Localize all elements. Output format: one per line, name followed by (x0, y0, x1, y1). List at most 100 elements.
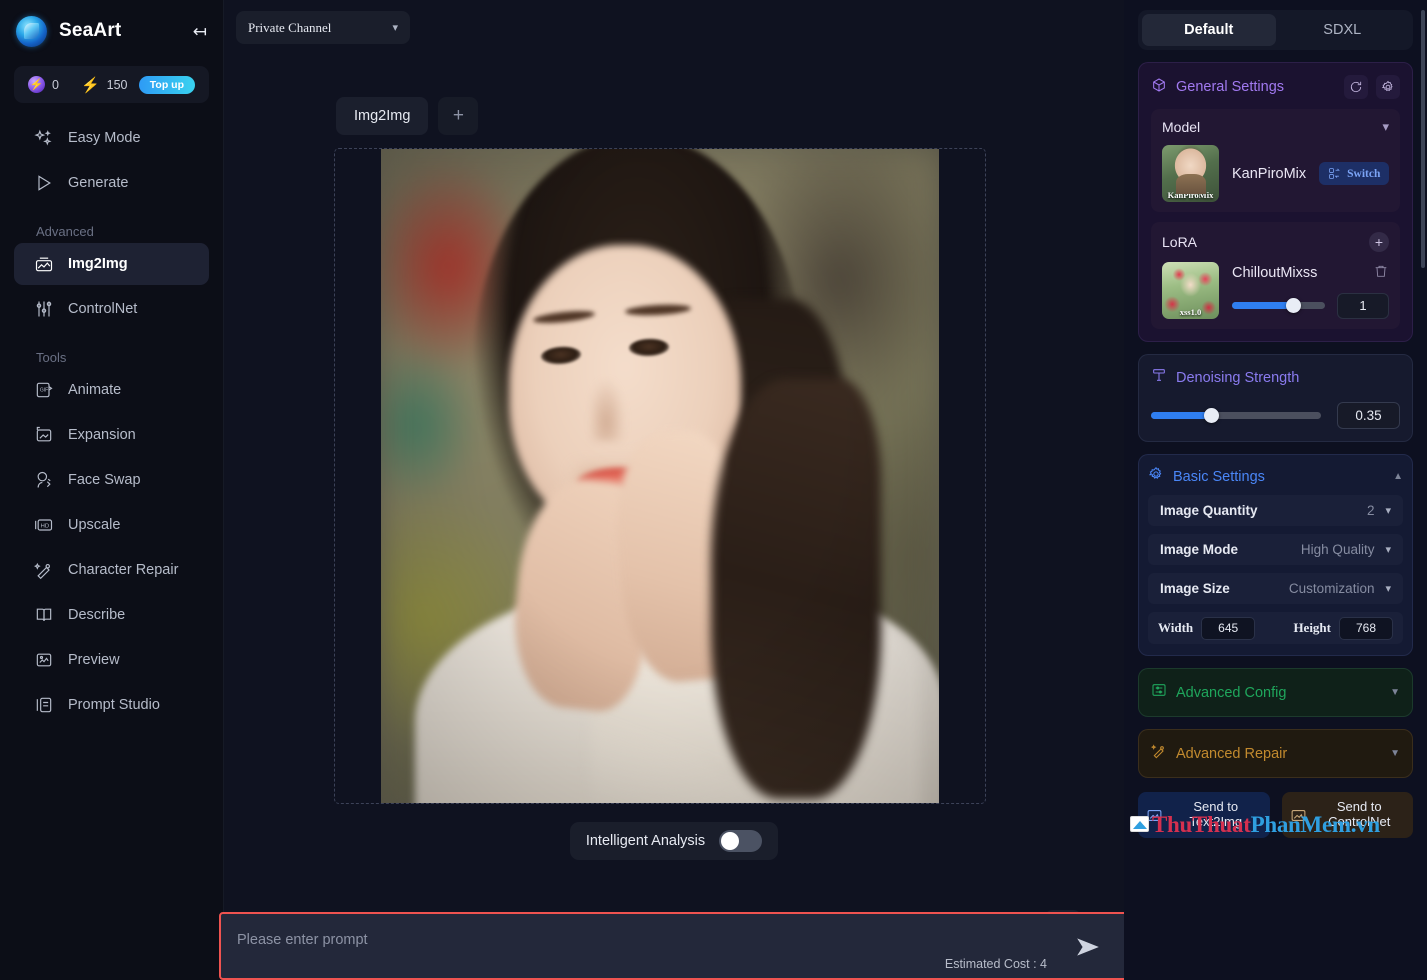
denoise-icon (1151, 367, 1167, 388)
height-input[interactable]: 768 (1339, 616, 1393, 640)
sidebar-item-img2img[interactable]: Img2Img (14, 243, 209, 285)
estimated-cost-label: Estimated Cost : 4 (944, 957, 1047, 971)
intelligent-analysis-row: Intelligent Analysis (224, 822, 1124, 860)
book-icon (34, 605, 54, 625)
tab-sdxl[interactable]: SDXL (1276, 14, 1410, 46)
sidebar-section-tools: Tools (36, 350, 67, 365)
lora-card: LoRA + xss1.0 ChilloutMixss 1 (1151, 222, 1400, 329)
denoising-value[interactable]: 0.35 (1337, 402, 1400, 429)
sidebar-item-describe[interactable]: Describe (14, 594, 209, 636)
general-settings-header: General Settings (1151, 75, 1400, 99)
denoising-title: Denoising Strength (1176, 369, 1300, 386)
image-drop-frame[interactable] (334, 148, 986, 804)
switch-model-button[interactable]: Switch (1319, 162, 1390, 185)
prompt-bar[interactable]: Please enter prompt Estimated Cost : 4 (219, 912, 1129, 980)
channel-select[interactable]: Private Channel ▾ (236, 11, 410, 44)
sidebar-item-animate[interactable]: GIF Animate (14, 369, 209, 411)
sliders-icon (34, 299, 54, 319)
mode-tabs: Default SDXL (1138, 10, 1413, 50)
sidebar-item-upscale[interactable]: HD Upscale (14, 504, 209, 546)
caret-down-icon[interactable]: ▼ (1390, 687, 1400, 698)
source-image[interactable] (381, 149, 939, 803)
setting-label: Image Size (1160, 581, 1230, 596)
sidebar-item-label: Easy Mode (68, 130, 141, 146)
canvas-area: Img2Img + Intelligent Analysis Please en… (219, 50, 1260, 980)
sidebar-item-preview[interactable]: Preview (14, 639, 209, 681)
send-to-text2img-button[interactable]: Send to Text2Img (1138, 792, 1270, 838)
settings-scrollbar-track[interactable] (1421, 4, 1426, 980)
general-settings-title: General Settings (1176, 79, 1285, 95)
basic-settings-header[interactable]: Basic Settings ▲ (1148, 466, 1403, 487)
collapse-panel-icon[interactable]: ↤ (193, 23, 207, 40)
sidebar-item-prompt-studio[interactable]: Prompt Studio (14, 684, 209, 726)
intelligent-analysis-box: Intelligent Analysis (569, 822, 779, 860)
image-icon (1291, 809, 1305, 821)
setting-value: 2 (1366, 503, 1375, 518)
chevron-down-icon: ▾ (1385, 505, 1391, 517)
delete-lora-icon[interactable] (1373, 263, 1389, 284)
prompt-input[interactable]: Please enter prompt (237, 932, 368, 948)
bolt-credit-value: 150 (106, 77, 128, 92)
bolt-credit: ⚡ 150 (81, 76, 128, 94)
magic-repair-icon (34, 560, 54, 580)
sparkles-icon (34, 128, 54, 148)
advanced-config-header[interactable]: Advanced Config ▼ (1151, 682, 1400, 703)
lora-weight-value[interactable]: 1 (1337, 292, 1389, 319)
sidebar-item-face-swap[interactable]: Face Swap (14, 459, 209, 501)
send-buttons-row: Send to Text2Img Send to ControlNet (1138, 792, 1413, 838)
lora-weight-controls: 1 (1232, 292, 1389, 319)
sidebar-item-expansion[interactable]: Expansion (14, 414, 209, 456)
model-label: Model (1162, 119, 1201, 135)
sidebar-item-label: Generate (68, 175, 129, 191)
image-icon (1147, 809, 1162, 821)
width-input[interactable]: 645 (1201, 616, 1256, 640)
svg-text:GIF: GIF (40, 388, 48, 394)
sidebar-section-advanced: Advanced (36, 224, 94, 239)
refresh-icon[interactable] (1344, 75, 1368, 99)
setting-image-quantity[interactable]: Image Quantity 2 ▾ (1148, 495, 1403, 526)
caret-down-icon[interactable]: ▼ (1390, 748, 1400, 759)
send-to-controlnet-button[interactable]: Send to ControlNet (1281, 792, 1413, 838)
diamond-icon (28, 76, 45, 93)
sidebar-item-easy-mode[interactable]: Easy Mode (14, 117, 209, 159)
tab-img2img[interactable]: Img2Img (336, 97, 429, 135)
advanced-repair-header[interactable]: Advanced Repair ▼ (1150, 743, 1400, 764)
photo-vignette (381, 149, 939, 803)
sidebar-item-label: Face Swap (68, 472, 141, 488)
setting-image-mode[interactable]: Image Mode High Quality ▾ (1148, 534, 1403, 565)
top-up-button[interactable]: Top up (138, 75, 195, 94)
lora-name: ChilloutMixss (1232, 265, 1318, 281)
config-icon (1151, 682, 1167, 703)
chevron-down-icon[interactable]: ▾ (1382, 119, 1389, 135)
settings-scrollbar-thumb[interactable] (1421, 10, 1425, 268)
model-thumbnail[interactable]: KanPiroMix (1162, 145, 1219, 202)
advanced-repair-title: Advanced Repair (1176, 745, 1288, 762)
sidebar-item-generate[interactable]: Generate (14, 162, 209, 204)
lora-thumbnail[interactable]: xss1.0 (1162, 262, 1219, 319)
sidebar-item-character-repair[interactable]: Character Repair (14, 549, 209, 591)
width-height-row: Width 645 Height 768 (1148, 612, 1403, 644)
setting-image-size[interactable]: Image Size Customization ▾ (1148, 573, 1403, 604)
basic-settings-panel: Basic Settings ▲ Image Quantity 2 ▾ Imag… (1138, 454, 1413, 656)
intelligent-analysis-toggle[interactable] (719, 830, 763, 852)
sidebar-item-label: Upscale (68, 517, 121, 533)
advanced-repair-panel[interactable]: Advanced Repair ▼ (1138, 729, 1413, 778)
advanced-config-title: Advanced Config (1176, 684, 1287, 701)
send-button-label: Send to Text2Img (1189, 799, 1243, 829)
tab-default[interactable]: Default (1142, 14, 1276, 46)
sidebar-item-label: Character Repair (68, 562, 179, 578)
plus-icon[interactable]: + (1369, 232, 1389, 252)
expand-image-icon (34, 425, 54, 445)
gear-icon[interactable] (1376, 75, 1400, 99)
denoising-slider[interactable] (1151, 408, 1321, 423)
send-arrow-icon[interactable] (1075, 936, 1101, 958)
caret-up-icon[interactable]: ▲ (1393, 471, 1403, 482)
sidebar-item-controlnet[interactable]: ControlNet (14, 288, 209, 330)
advanced-config-panel[interactable]: Advanced Config ▼ (1138, 668, 1413, 717)
sidebar-item-label: ControlNet (68, 301, 138, 317)
chevron-down-icon: ▾ (1385, 544, 1391, 556)
model-row: KanPiroMix KanPiroMix Switch (1162, 145, 1390, 202)
add-tab-button[interactable]: + (438, 97, 479, 135)
lora-weight-slider[interactable] (1232, 298, 1325, 313)
denoising-strength-panel: Denoising Strength 0.35 (1138, 354, 1413, 442)
